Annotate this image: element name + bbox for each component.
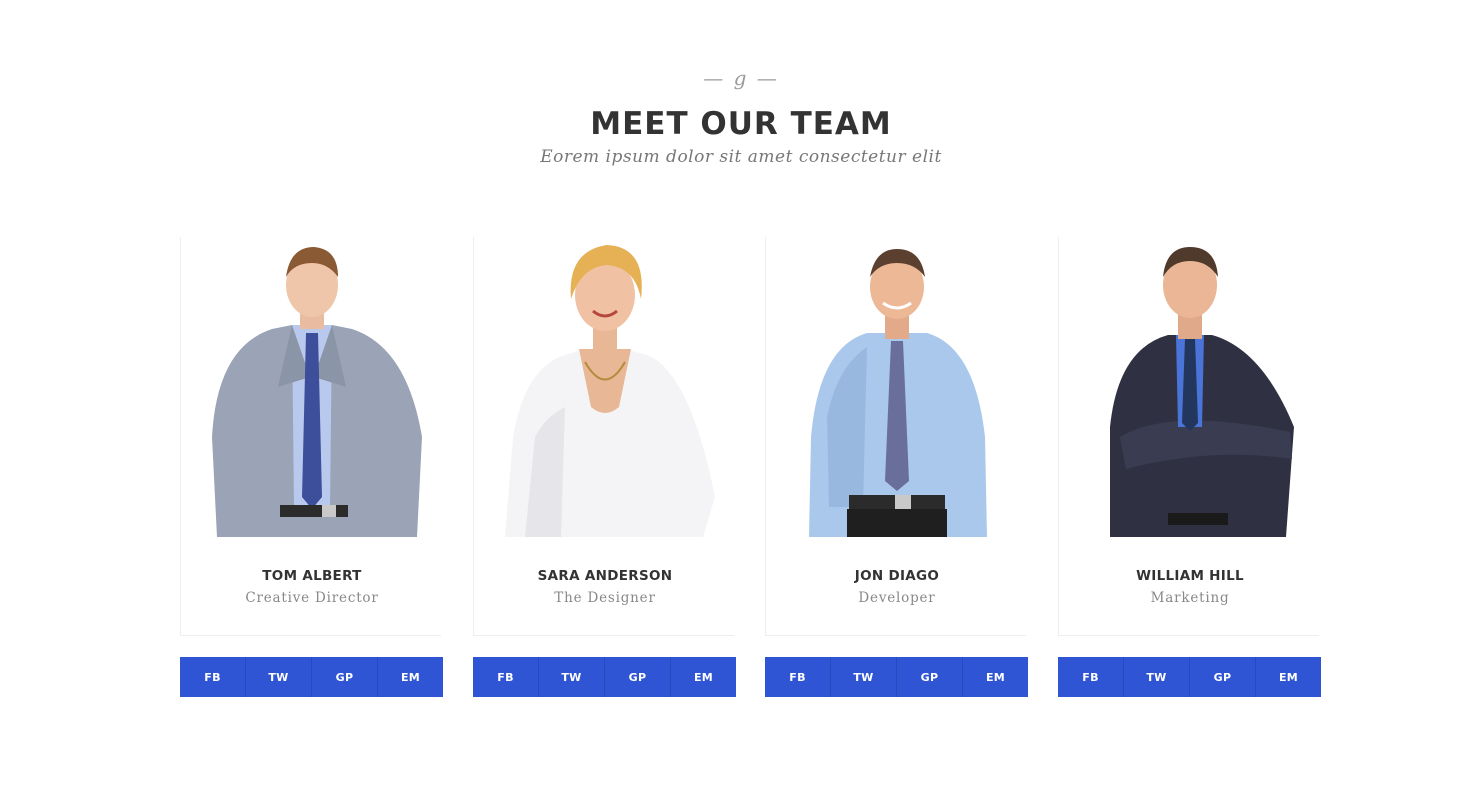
team-member-role: Marketing	[1150, 590, 1230, 606]
team-member-role: Creative Director	[245, 590, 379, 606]
twitter-button[interactable]: TW	[246, 657, 312, 697]
team-member-role: The Designer	[554, 590, 656, 606]
facebook-button[interactable]: FB	[473, 657, 539, 697]
google-plus-button[interactable]: GP	[1190, 657, 1256, 697]
social-links: FB TW GP EM	[180, 657, 443, 697]
team-card-body: TOM ALBERT Creative Director	[180, 237, 441, 636]
team-member-name: TOM ALBERT	[262, 568, 362, 584]
section-subtitle: Eorem ipsum dolor sit amet consectetur e…	[540, 147, 942, 167]
email-button[interactable]: EM	[378, 657, 443, 697]
google-plus-button[interactable]: GP	[897, 657, 963, 697]
team-card: WILLIAM HILL Marketing FB TW GP EM	[1058, 237, 1321, 697]
team-member-name: JON DIAGO	[854, 568, 940, 584]
social-links: FB TW GP EM	[473, 657, 736, 697]
facebook-button[interactable]: FB	[765, 657, 831, 697]
team-card-body: JON DIAGO Developer	[765, 237, 1026, 636]
team-member-photo	[1060, 237, 1320, 537]
email-button[interactable]: EM	[1256, 657, 1321, 697]
facebook-button[interactable]: FB	[180, 657, 246, 697]
team-member-name: SARA ANDERSON	[537, 568, 673, 584]
team-member-photo	[182, 237, 442, 537]
team-card-body: WILLIAM HILL Marketing	[1058, 237, 1319, 636]
email-button[interactable]: EM	[671, 657, 736, 697]
team-member-photo	[767, 237, 1027, 537]
team-member-role: Developer	[858, 590, 936, 606]
google-plus-button[interactable]: GP	[605, 657, 671, 697]
google-plus-button[interactable]: GP	[312, 657, 378, 697]
team-card-body: SARA ANDERSON The Designer	[473, 237, 734, 636]
section-ornament: — g —	[703, 66, 779, 90]
team-member-name: WILLIAM HILL	[1136, 568, 1244, 584]
section-title: MEET OUR TEAM	[590, 106, 892, 142]
social-links: FB TW GP EM	[1058, 657, 1321, 697]
team-member-photo	[475, 237, 735, 537]
team-card: TOM ALBERT Creative Director FB TW GP EM	[180, 237, 443, 697]
twitter-button[interactable]: TW	[831, 657, 897, 697]
twitter-button[interactable]: TW	[539, 657, 605, 697]
email-button[interactable]: EM	[963, 657, 1028, 697]
social-links: FB TW GP EM	[765, 657, 1028, 697]
facebook-button[interactable]: FB	[1058, 657, 1124, 697]
team-card: JON DIAGO Developer FB TW GP EM	[765, 237, 1028, 697]
twitter-button[interactable]: TW	[1124, 657, 1190, 697]
team-card: SARA ANDERSON The Designer FB TW GP EM	[473, 237, 736, 697]
